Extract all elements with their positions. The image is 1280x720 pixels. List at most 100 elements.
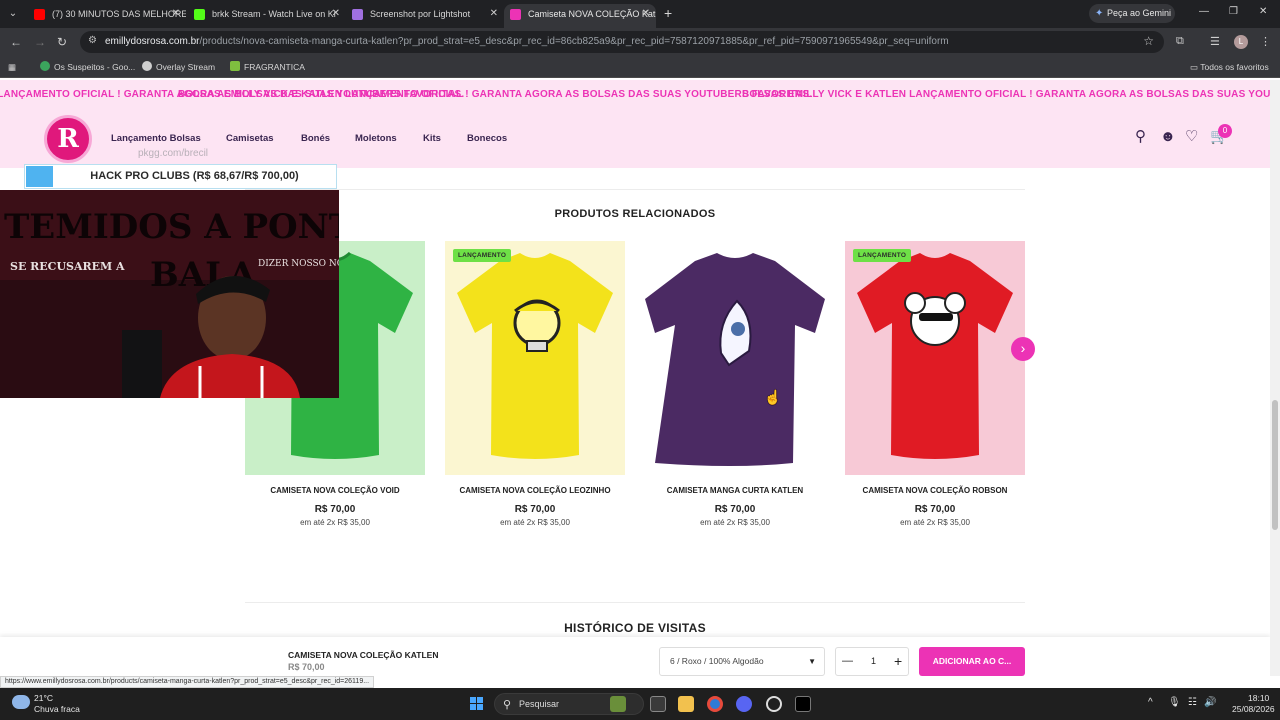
reading-list-icon[interactable]: ☰ xyxy=(1210,35,1220,48)
close-icon[interactable]: ✕ xyxy=(490,4,498,24)
obs-icon[interactable] xyxy=(795,696,811,712)
weather-icon[interactable] xyxy=(12,695,30,709)
back-icon[interactable]: ← xyxy=(10,34,22,50)
network-icon[interactable]: ☷ xyxy=(1188,697,1197,708)
microphone-icon[interactable]: 🎙 xyxy=(1168,697,1181,708)
lightshot-icon xyxy=(352,9,363,20)
product-price: R$ 70,00 xyxy=(514,504,556,515)
tab-lightshot[interactable]: Screenshot por Lightshot ✕ xyxy=(346,4,504,28)
product-name[interactable]: CAMISETA NOVA COLEÇÃO LEOZINHO xyxy=(445,486,625,495)
product-installments: em até 2x R$ 35,00 xyxy=(900,518,970,527)
apps-icon[interactable]: ▦ xyxy=(8,60,16,74)
volume-icon[interactable]: 🔊 xyxy=(1204,697,1216,708)
gemini-button[interactable]: ✦ Peça ao Gemini xyxy=(1089,4,1175,23)
bookmark-item[interactable]: Overlay Stream xyxy=(142,60,215,74)
tshirt-image xyxy=(457,253,613,459)
close-window-icon[interactable]: ✕ xyxy=(1259,6,1267,17)
close-icon[interactable]: ✕ xyxy=(332,4,340,24)
carousel-next-button[interactable]: › xyxy=(1011,337,1035,361)
variant-select[interactable]: 6 / Roxo / 100% Algodão ▼ xyxy=(659,647,825,676)
sticky-product-name: CAMISETA NOVA COLEÇÃO KATLEN xyxy=(288,650,439,660)
tshirt-image xyxy=(645,253,825,466)
tab-kick[interactable]: brkk Stream - Watch Live on Ki ✕ xyxy=(188,4,346,28)
tray-chevron-icon[interactable]: ^ xyxy=(1148,697,1153,708)
quantity-stepper[interactable]: — 1 + xyxy=(835,647,909,676)
nav-bones[interactable]: Bonés xyxy=(301,133,330,144)
search-icon[interactable]: ⚲ xyxy=(1135,129,1146,145)
sticky-product-price: R$ 70,00 xyxy=(288,662,325,672)
minimize-icon[interactable]: — xyxy=(1199,6,1209,17)
tab-search-icon[interactable]: ⌄ xyxy=(4,5,22,23)
close-icon[interactable]: ✕ xyxy=(642,4,650,24)
product-image-leozinho[interactable]: LANÇAMENTO xyxy=(445,241,625,475)
promo-overlay: HACK PRO CLUBS (R$ 68,67/R$ 700,00) xyxy=(24,164,337,189)
extensions-icon[interactable]: ⧉ xyxy=(1176,35,1184,48)
scrollbar-thumb[interactable] xyxy=(1272,400,1278,530)
youtube-icon xyxy=(34,9,45,20)
bookmark-item[interactable]: FRAGRANTICA xyxy=(230,60,305,74)
quantity-value: 1 xyxy=(871,656,877,666)
windows-start-icon[interactable] xyxy=(470,697,484,711)
chrome-icon[interactable] xyxy=(707,696,723,712)
weather-desc: Chuva fraca xyxy=(34,704,80,714)
all-bookmarks[interactable]: ▭ Todos os favoritos xyxy=(1190,60,1269,74)
menu-icon[interactable]: ⋮ xyxy=(1260,35,1271,48)
nav-bonecos[interactable]: Bonecos xyxy=(467,133,507,144)
nav-moletons[interactable]: Moletons xyxy=(355,133,397,144)
nav-kits[interactable]: Kits xyxy=(423,133,441,144)
url-field[interactable]: ⚙ emillydosrosa.com.br/products/nova-cam… xyxy=(80,31,1164,53)
tab-camiseta[interactable]: Camiseta NOVA COLEÇÃO Katle ✕ xyxy=(504,4,656,28)
add-to-cart-button[interactable]: ADICIONAR AO C... xyxy=(919,647,1025,676)
nav-lancamento-bolsas[interactable]: Lançamento Bolsas xyxy=(111,133,201,144)
discord-icon[interactable] xyxy=(736,696,752,712)
tab-youtube[interactable]: (7) 30 MINUTOS DAS MELHORE ✕ xyxy=(28,4,186,28)
browser-tab-bar: ⌄ (7) 30 MINUTOS DAS MELHORE ✕ brkk Stre… xyxy=(0,0,1280,28)
forward-icon[interactable]: → xyxy=(34,34,46,50)
webcam-overlay: TEMIDOS A PONTO DE LES SE RECUSAREM A BA… xyxy=(0,190,339,398)
gemini-icon: ✦ xyxy=(1095,8,1104,19)
page-scrollbar[interactable] xyxy=(1270,80,1280,676)
account-icon[interactable]: ☻ xyxy=(1160,129,1176,145)
nav-camisetas[interactable]: Camisetas xyxy=(226,133,274,144)
product-name[interactable]: CAMISETA NOVA COLEÇÃO VOID xyxy=(245,486,425,495)
restore-icon[interactable]: ❐ xyxy=(1229,6,1238,17)
minus-button[interactable]: — xyxy=(842,648,853,675)
task-view-icon[interactable] xyxy=(650,696,666,712)
product-price: R$ 70,00 xyxy=(914,504,956,515)
wishlist-icon[interactable]: ♡ xyxy=(803,251,815,267)
weather-temp: 21°C xyxy=(34,693,53,703)
search-icon: ⚲ xyxy=(503,699,512,711)
product-image-katlen[interactable]: ♡ xyxy=(645,241,825,475)
launch-badge: LANÇAMENTO xyxy=(453,249,512,262)
clock-date[interactable]: 25/08/2026 xyxy=(1232,704,1275,714)
fragrantica-icon xyxy=(230,61,240,71)
product-name[interactable]: CAMISETA MANGA CURTA KATLEN xyxy=(645,486,825,495)
product-price: R$ 70,00 xyxy=(714,504,756,515)
windows-taskbar: 21°C Chuva fraca ⚲ Pesquisar ^ 🎙 ☷ 🔊 18:… xyxy=(0,688,1280,720)
game-icon[interactable] xyxy=(610,696,626,712)
kick-icon xyxy=(194,9,205,20)
product-name[interactable]: CAMISETA NOVA COLEÇÃO ROBSON xyxy=(845,486,1025,495)
bookmark-star-icon[interactable]: ☆ xyxy=(1143,34,1154,48)
reload-icon[interactable]: ↻ xyxy=(57,34,67,50)
bookmark-item[interactable]: Os Suspeitos - Goo... xyxy=(40,60,135,74)
plus-button[interactable]: + xyxy=(894,648,902,675)
clock-time[interactable]: 18:10 xyxy=(1248,693,1269,703)
link-status-url: https://www.emillydosrosa.com.br/product… xyxy=(0,676,375,688)
file-explorer-icon[interactable] xyxy=(678,696,694,712)
wishlist-icon[interactable]: ♡ xyxy=(1185,129,1198,145)
announcement-marquee: BOLSAS EMILLY VICK E KATLEN LANÇAMENTO O… xyxy=(0,80,1270,110)
store-logo[interactable]: R xyxy=(44,115,92,163)
tab-title: brkk Stream - Watch Live on Ki xyxy=(212,9,336,19)
globe-icon xyxy=(142,61,152,71)
launch-badge: LANÇAMENTO xyxy=(853,249,912,262)
app-icon[interactable] xyxy=(766,696,782,712)
banner-text: DIZER NOSSO NOME xyxy=(258,259,339,269)
site-info-icon[interactable]: ⚙ xyxy=(88,35,97,46)
product-image-robson[interactable]: LANÇAMENTO xyxy=(845,241,1025,475)
new-tab-icon[interactable]: + xyxy=(664,5,672,21)
profile-avatar[interactable]: L xyxy=(1234,35,1248,49)
gemini-label: Peça ao Gemini xyxy=(1107,8,1172,18)
close-icon[interactable]: ✕ xyxy=(172,4,180,24)
address-bar-row: ← → ↻ ⚙ emillydosrosa.com.br/products/no… xyxy=(0,28,1280,56)
